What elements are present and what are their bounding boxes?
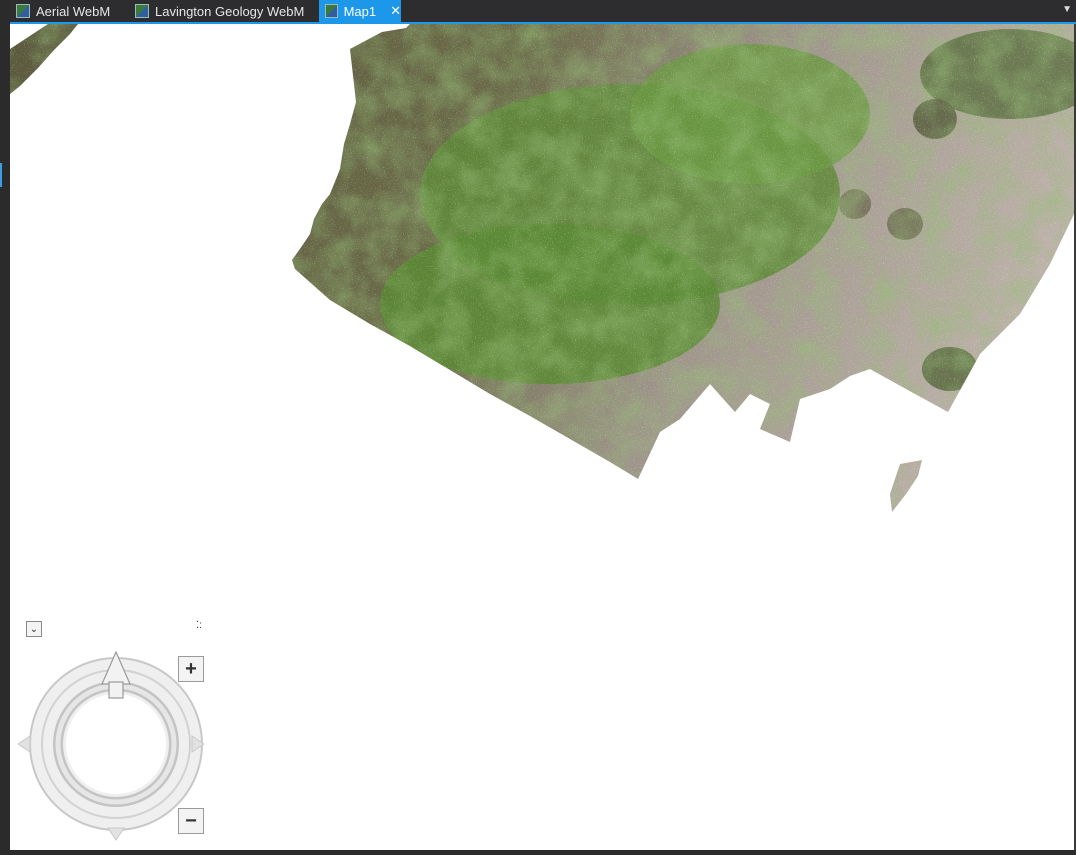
tab-aerial-webm[interactable]: Aerial WebM	[10, 0, 125, 22]
app-frame: Aerial WebM Lavington Geology WebM Map1 …	[0, 0, 1076, 855]
tab-map1[interactable]: Map1 ✕	[319, 0, 401, 22]
zoom-in-button[interactable]: +	[178, 656, 204, 682]
navigator-options-dropdown[interactable]: ⌄	[26, 621, 42, 637]
gutter-marker	[0, 163, 2, 187]
navigator-grip-icon[interactable]: ⁚:	[196, 620, 202, 631]
tab-label: Lavington Geology WebM	[155, 3, 305, 19]
tab-overflow-icon[interactable]: ▼	[1062, 4, 1072, 15]
tab-label: Map1	[343, 3, 377, 19]
document-tab-bar: Aerial WebM Lavington Geology WebM Map1 …	[10, 0, 1076, 22]
close-icon[interactable]: ✕	[390, 3, 401, 19]
map-layer-icon	[325, 4, 338, 18]
left-gutter	[0, 0, 10, 855]
zoom-out-button[interactable]: −	[178, 808, 204, 834]
tab-label: Aerial WebM	[36, 3, 111, 19]
map-layer-icon	[135, 4, 149, 18]
map-view[interactable]: ⌄ ⁚: + −	[10, 24, 1074, 850]
bottom-status-strip	[0, 850, 1076, 855]
tab-lavington-geology-webm[interactable]: Lavington Geology WebM	[129, 0, 319, 22]
map-layer-icon	[16, 4, 30, 18]
